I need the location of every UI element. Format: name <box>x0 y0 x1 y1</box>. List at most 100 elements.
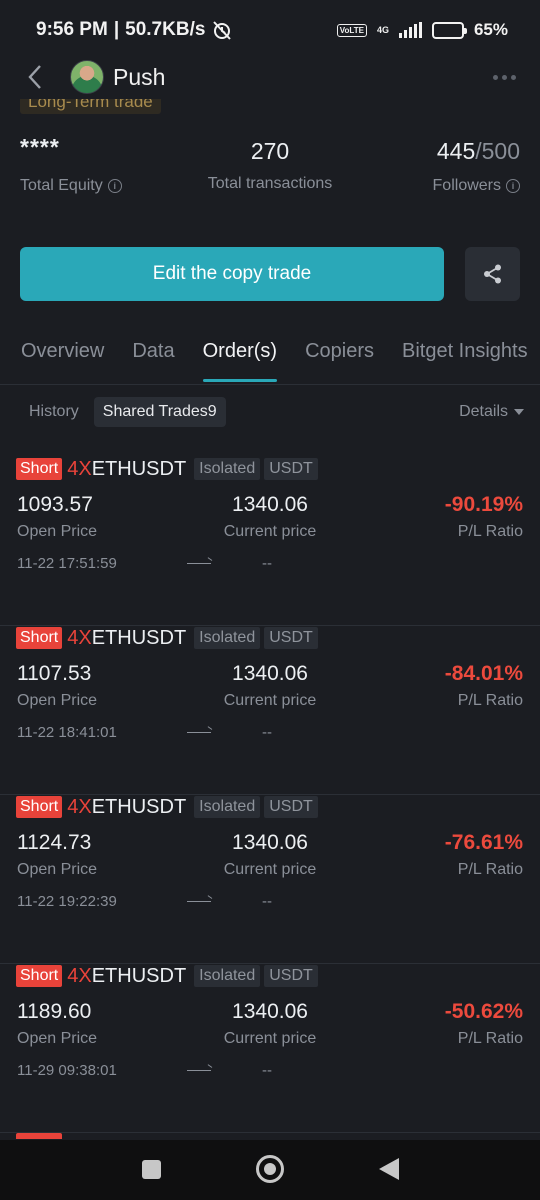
followers-max: /500 <box>475 138 520 164</box>
info-icon[interactable]: i <box>107 179 122 193</box>
pl-ratio-label: P/L Ratio <box>457 1030 523 1047</box>
more-button[interactable] <box>493 74 520 80</box>
trade-divider <box>0 1132 540 1133</box>
details-dropdown[interactable]: Details <box>459 403 524 421</box>
pl-ratio-value: -50.62% <box>444 1000 523 1023</box>
trade-card[interactable]: Short 4X ETHUSDT Isolated USDT 1189.60 O… <box>0 964 540 1133</box>
details-label: Details <box>459 403 508 420</box>
system-back-button[interactable] <box>379 1158 399 1180</box>
order-subtabs: History Shared Trades9 Details <box>20 396 524 428</box>
stat-total-transactions: 270 Total transactions <box>204 138 336 193</box>
close-time: -- <box>262 724 272 741</box>
close-time: -- <box>262 1062 272 1079</box>
top-header: Push <box>0 55 540 99</box>
total-equity-label[interactable]: Total Equity i <box>20 177 122 195</box>
share-icon <box>483 264 501 284</box>
margin-mode-tag: Isolated <box>194 458 261 480</box>
status-bar: 9:56 PM | 50.7KB/s VoLTE 4G 65% <box>0 0 540 60</box>
trade-time-row: 11-22 19:22:39 -- <box>17 893 317 910</box>
pl-ratio-cell: -50.62% P/L Ratio <box>445 1000 523 1048</box>
network-speed: 50.7KB/s <box>125 19 206 40</box>
trade-time-row: 11-22 17:51:59 -- <box>17 555 317 572</box>
alarm-off-icon <box>213 21 232 40</box>
pl-ratio-label: P/L Ratio <box>457 523 523 540</box>
current-price-label: Current price <box>223 1030 317 1047</box>
open-time: 11-22 18:41:01 <box>17 724 117 741</box>
tab-copiers[interactable]: Copiers <box>305 340 374 382</box>
open-price-label: Open Price <box>17 523 98 540</box>
pl-ratio-value: -84.01% <box>444 662 523 685</box>
trade-card[interactable]: Short 4X ETHUSDT Isolated USDT 1093.57 O… <box>0 457 540 626</box>
open-price-label: Open Price <box>17 861 98 878</box>
pl-ratio-label: P/L Ratio <box>457 861 523 878</box>
trade-header: Short 4X ETHUSDT Isolated USDT <box>16 457 318 481</box>
current-price-value: 1340.06 <box>232 1000 308 1023</box>
arrow-right-icon <box>187 1070 211 1071</box>
status-time: 9:56 PM <box>36 19 108 40</box>
network-type: 4G <box>376 24 389 35</box>
current-price-label: Current price <box>223 692 317 709</box>
close-time: -- <box>262 893 272 910</box>
open-price-cell: 1093.57 Open Price <box>17 493 97 541</box>
subtab-shared-trades[interactable]: Shared Trades9 <box>93 397 226 427</box>
open-price-cell: 1189.60 Open Price <box>17 1000 97 1048</box>
margin-mode-tag: Isolated <box>194 796 261 818</box>
followers-label[interactable]: Followers i <box>433 177 520 195</box>
subtab-history[interactable]: History <box>20 397 88 427</box>
info-icon[interactable]: i <box>506 179 520 193</box>
profile-tabs: Overview Data Order(s) Copiers Bitget In… <box>0 340 540 384</box>
recents-button[interactable] <box>142 1160 161 1179</box>
trade-symbol: ETHUSDT <box>91 626 187 649</box>
current-price-cell: 1340.06 Current price <box>222 493 318 541</box>
close-time: -- <box>262 555 272 572</box>
leverage: 4X <box>67 795 92 818</box>
tab-orders[interactable]: Order(s) <box>202 340 278 382</box>
followers-value: 445/500 <box>433 138 520 165</box>
side-badge: Short <box>16 458 63 480</box>
tab-bitget-insights[interactable]: Bitget Insights <box>402 340 528 382</box>
tab-overview[interactable]: Overview <box>21 340 104 382</box>
pl-ratio-cell: -90.19% P/L Ratio <box>445 493 523 541</box>
pl-ratio-cell: -84.01% P/L Ratio <box>445 662 523 710</box>
tab-data[interactable]: Data <box>132 340 174 382</box>
signal-icon <box>398 22 422 38</box>
trade-card[interactable]: Short 4X ETHUSDT Isolated USDT 1107.53 O… <box>0 626 540 795</box>
trader-name: Push <box>113 63 166 90</box>
trader-stats: **** Total Equity i 270 Total transaction… <box>20 134 520 208</box>
pl-ratio-value: -76.61% <box>444 831 523 854</box>
edit-copy-trade-button[interactable]: Edit the copy trade <box>20 247 444 301</box>
current-price-cell: 1340.06 Current price <box>222 1000 318 1048</box>
arrow-right-icon <box>187 901 211 902</box>
trade-header: Short 4X ETHUSDT Isolated USDT <box>16 626 318 650</box>
back-button[interactable] <box>20 62 50 92</box>
trade-header: Short 4X ETHUSDT Isolated USDT <box>16 795 318 819</box>
open-price-label: Open Price <box>17 692 98 709</box>
arrow-right-icon <box>187 563 211 564</box>
settle-coin-tag: USDT <box>264 965 318 987</box>
home-button[interactable] <box>256 1155 284 1183</box>
profile-tag-label: Long-Term trade <box>20 99 161 114</box>
leverage: 4X <box>67 964 92 987</box>
followers-text: Followers <box>432 177 501 194</box>
stat-followers: 445/500 Followers i <box>433 138 520 195</box>
trade-time-row: 11-22 18:41:01 -- <box>17 724 317 741</box>
current-price-cell: 1340.06 Current price <box>222 831 318 879</box>
battery-icon <box>431 21 467 39</box>
open-time: 11-29 09:38:01 <box>17 1062 117 1079</box>
open-price-value: 1107.53 <box>17 662 92 685</box>
side-badge: Short <box>16 796 63 818</box>
stat-total-equity: **** Total Equity i <box>20 134 122 195</box>
avatar[interactable] <box>70 60 104 94</box>
arrow-right-icon <box>187 732 211 733</box>
total-equity-value: **** <box>20 134 60 160</box>
open-price-cell: 1124.73 Open Price <box>17 831 97 879</box>
total-transactions-label: Total transactions <box>207 175 333 192</box>
share-button[interactable] <box>465 247 520 301</box>
side-badge: Short <box>16 965 63 987</box>
trade-card[interactable]: Short 4X ETHUSDT Isolated USDT 1124.73 O… <box>0 795 540 964</box>
trade-header: Short 4X ETHUSDT Isolated USDT <box>16 964 318 988</box>
tabs-divider <box>0 384 540 385</box>
margin-mode-tag: Isolated <box>194 627 261 649</box>
open-price-label: Open Price <box>17 1030 98 1047</box>
more-dot-icon <box>511 74 516 80</box>
